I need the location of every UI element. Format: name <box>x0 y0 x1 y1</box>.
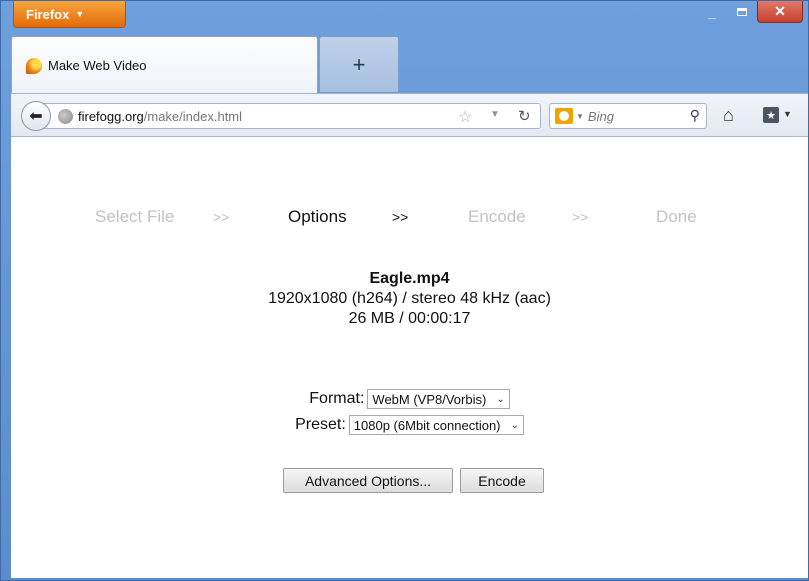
home-icon[interactable]: ⌂ <box>723 105 734 126</box>
navigation-toolbar: ⬅ firefogg.org/make/index.html ☆ ▼ ↻ ▼ B… <box>11 93 808 137</box>
url-bar[interactable]: firefogg.org/make/index.html ☆ ▼ ↻ <box>43 103 541 129</box>
close-icon: ✕ <box>774 3 786 19</box>
browser-window: Firefox ▼ _ ✕ Make Web Video + ⬅ firefog… <box>0 0 809 581</box>
back-button[interactable]: ⬅ <box>21 101 51 131</box>
step-select-file: Select File <box>95 207 175 226</box>
plus-icon: + <box>352 51 366 77</box>
firefogg-favicon-icon <box>26 57 42 74</box>
step-separator: >> <box>572 209 589 225</box>
bookmarks-icon[interactable]: ★ <box>763 107 779 123</box>
file-name: Eagle.mp4 <box>369 270 450 287</box>
preset-row: Preset: 1080p (6Mbit connection) ⌄ <box>11 415 808 435</box>
close-button[interactable]: ✕ <box>757 1 803 23</box>
reload-icon[interactable]: ↻ <box>518 107 531 125</box>
maximize-icon <box>737 8 747 16</box>
search-bar[interactable]: ▼ Bing ⚲ <box>549 103 707 129</box>
step-encode: Encode <box>468 207 526 226</box>
preset-label: Preset: <box>295 416 346 433</box>
firefox-menu-label: Firefox <box>26 6 70 22</box>
wizard-steps: Select File >> Options >> Encode >> Done <box>11 207 808 227</box>
site-identity-icon[interactable] <box>58 108 73 124</box>
maximize-button[interactable] <box>728 1 756 23</box>
step-done: Done <box>656 207 697 226</box>
bookmarks-dropdown-icon[interactable]: ▼ <box>783 109 792 119</box>
back-arrow-icon: ⬅ <box>29 108 43 125</box>
url-host: firefogg.org <box>78 108 144 124</box>
format-label: Format: <box>309 390 365 407</box>
encode-button[interactable]: Encode <box>460 468 544 493</box>
bing-engine-icon[interactable] <box>555 108 573 124</box>
firefox-menu-button[interactable]: Firefox ▼ <box>13 1 126 28</box>
step-separator: >> <box>213 209 230 225</box>
bookmark-star-icon[interactable]: ☆ <box>458 107 472 127</box>
preset-select[interactable]: 1080p (6Mbit connection) ⌄ <box>348 415 524 435</box>
tab-make-web-video[interactable]: Make Web Video <box>11 36 318 94</box>
step-separator: >> <box>392 209 409 225</box>
format-row: Format: WebM (VP8/Vorbis) ⌄ <box>11 389 808 409</box>
new-tab-button[interactable]: + <box>319 36 399 92</box>
search-icon[interactable]: ⚲ <box>690 107 700 124</box>
file-info: Eagle.mp4 1920x1080 (h264) / stereo 48 k… <box>11 269 808 329</box>
chevron-down-icon: ⌄ <box>510 419 519 431</box>
url-path: /make/index.html <box>143 108 243 124</box>
step-options: Options <box>288 207 347 226</box>
format-value: WebM (VP8/Vorbis) <box>372 391 487 407</box>
tab-title: Make Web Video <box>48 58 147 73</box>
chevron-down-icon: ▼ <box>75 9 85 19</box>
format-select[interactable]: WebM (VP8/Vorbis) ⌄ <box>367 389 510 409</box>
page-content: Select File >> Options >> Encode >> Done… <box>11 137 808 578</box>
file-streams: 1920x1080 (h264) / stereo 48 kHz (aac) <box>268 290 551 307</box>
chevron-down-icon: ⌄ <box>496 393 505 405</box>
search-placeholder: Bing <box>587 108 614 124</box>
minimize-button[interactable]: _ <box>698 1 726 23</box>
engine-dropdown-icon[interactable]: ▼ <box>576 112 584 121</box>
preset-value: 1080p (6Mbit connection) <box>353 417 501 433</box>
advanced-options-button[interactable]: Advanced Options... <box>283 468 453 493</box>
history-dropdown-icon[interactable]: ▼ <box>490 109 500 120</box>
file-size-duration: 26 MB / 00:00:17 <box>348 310 471 327</box>
